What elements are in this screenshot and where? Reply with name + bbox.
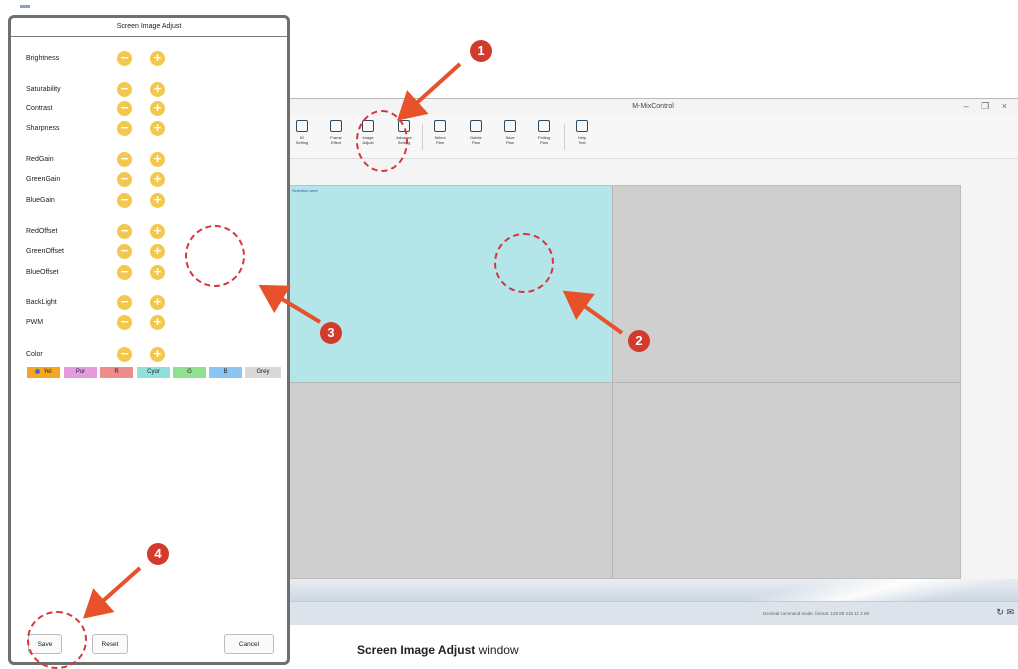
arrow-3 xyxy=(258,284,322,324)
arrow-1 xyxy=(397,62,462,121)
arrow-4 xyxy=(83,566,142,619)
figure-caption: Screen Image Adjust window xyxy=(357,643,519,657)
callout-number-4: 4 xyxy=(147,543,169,565)
callout-number-2: 2 xyxy=(628,330,650,352)
caption-bold: Screen Image Adjust xyxy=(357,643,476,657)
caption-rest: window xyxy=(475,643,519,657)
callout-number-3: 3 xyxy=(320,322,342,344)
callout-number-1: 1 xyxy=(470,40,492,62)
arrow-2 xyxy=(562,290,624,335)
callout-arrows xyxy=(83,62,624,619)
